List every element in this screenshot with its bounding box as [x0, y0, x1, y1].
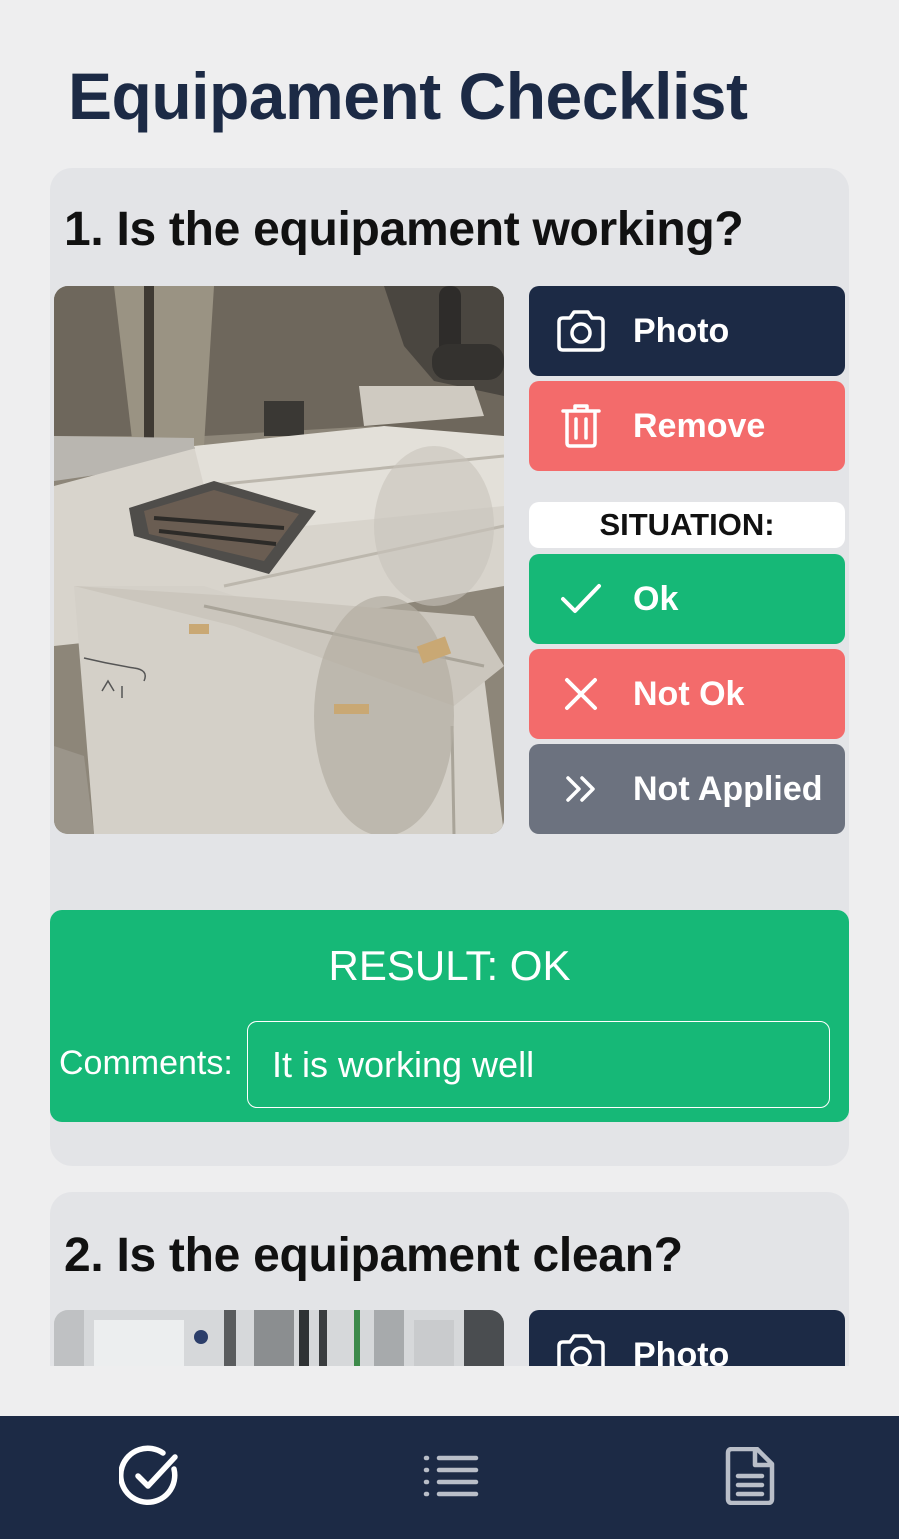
not-applied-button[interactable]: Not Applied: [529, 744, 845, 834]
not-applied-button-label: Not Applied: [633, 769, 823, 808]
not-ok-button[interactable]: Not Ok: [529, 649, 845, 739]
bottom-nav: [0, 1416, 899, 1539]
trash-icon: [529, 403, 633, 449]
comments-input[interactable]: It is working well: [247, 1021, 830, 1108]
document-icon: [725, 1446, 775, 1510]
result-panel: RESULT: OK Comments: It is working well: [50, 910, 849, 1122]
check-circle-icon: [118, 1445, 181, 1512]
question-title: 2. Is the equipament clean?: [64, 1229, 683, 1282]
nav-report[interactable]: [718, 1446, 782, 1510]
ok-button[interactable]: Ok: [529, 554, 845, 644]
photo-button[interactable]: Photo: [529, 1310, 845, 1366]
x-icon: [529, 677, 633, 711]
not-ok-button-label: Not Ok: [633, 674, 745, 713]
check-icon: [529, 583, 633, 615]
photo-button-label: Photo: [633, 311, 730, 350]
photo-button[interactable]: Photo: [529, 286, 845, 376]
camera-icon: [529, 1334, 633, 1366]
equipment-photo[interactable]: [54, 1310, 504, 1366]
page-title: Equipament Checklist: [68, 59, 748, 133]
comments-label: Comments:: [59, 1044, 233, 1082]
photo-button-label: Photo: [633, 1335, 730, 1367]
checklist-scroll-area[interactable]: Equipament Checklist 1. Is the equipamen…: [0, 0, 899, 1366]
nav-checklist[interactable]: [118, 1445, 182, 1512]
double-chevron-right-icon: [529, 775, 633, 803]
result-text: RESULT: OK: [328, 942, 571, 989]
equipment-photo[interactable]: [54, 286, 504, 834]
question-title: 1. Is the equipament working?: [64, 203, 744, 256]
ok-button-label: Ok: [633, 579, 679, 618]
situation-label: SITUATION:: [529, 502, 845, 548]
list-icon: [420, 1454, 480, 1503]
question-card-2: 2. Is the equipament clean? Photo: [50, 1192, 849, 1366]
nav-list[interactable]: [418, 1446, 482, 1510]
question-card-1: 1. Is the equipament working? Photo Remo…: [50, 168, 849, 1166]
camera-icon: [529, 310, 633, 352]
remove-button[interactable]: Remove: [529, 381, 845, 471]
remove-button-label: Remove: [633, 406, 766, 445]
